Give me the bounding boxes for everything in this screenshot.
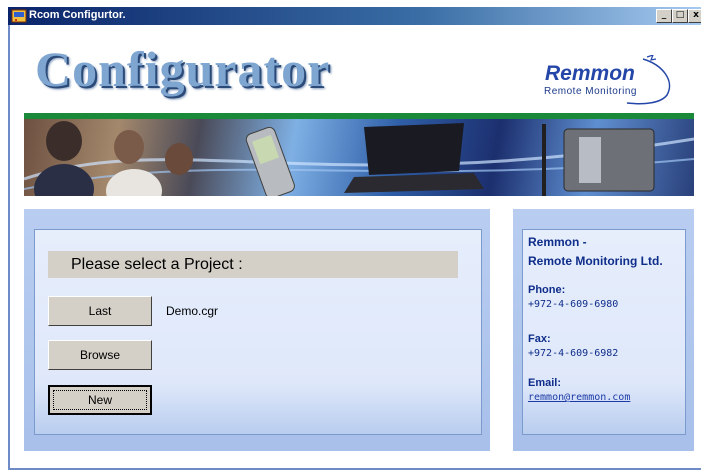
company-name: Remmon -	[528, 235, 587, 249]
company-fullname: Remote Monitoring Ltd.	[528, 254, 663, 268]
close-button[interactable]: x	[688, 9, 701, 23]
fax-label: Fax:	[528, 333, 551, 345]
app-icon	[11, 9, 27, 23]
page-title: Configurator	[35, 41, 331, 97]
select-project-prompt: Please select a Project :	[48, 251, 458, 278]
focus-rectangle	[53, 390, 147, 410]
fax-number: +972-4-609-6982	[528, 348, 619, 359]
rcom-device-image	[542, 124, 655, 196]
last-project-filename: Demo.cgr	[166, 304, 219, 318]
window-title: Rcom Configurtor.	[29, 9, 126, 21]
banner-illustration	[24, 121, 694, 196]
last-button[interactable]: Last	[48, 296, 152, 326]
maximize-button[interactable]: □	[672, 9, 688, 23]
window-titlebar[interactable]: Rcom Configurtor. _ □ x	[8, 7, 701, 25]
email-label: Email:	[528, 377, 562, 389]
new-button[interactable]: New	[48, 385, 152, 415]
browse-button[interactable]: Browse	[48, 340, 152, 370]
minimize-button[interactable]: _	[656, 9, 672, 23]
phone-label: Phone:	[528, 284, 566, 296]
remmon-logo: Remmon Remote Monitoring	[535, 55, 675, 105]
laptop-image	[344, 123, 484, 193]
header-banner-image	[24, 119, 694, 196]
logo-tagline: Remote Monitoring	[544, 86, 637, 97]
phone-number: +972-4-609-6980	[528, 299, 619, 310]
email-link[interactable]: remmon@remmon.com	[528, 392, 630, 403]
logo-name: Remmon	[545, 62, 635, 85]
